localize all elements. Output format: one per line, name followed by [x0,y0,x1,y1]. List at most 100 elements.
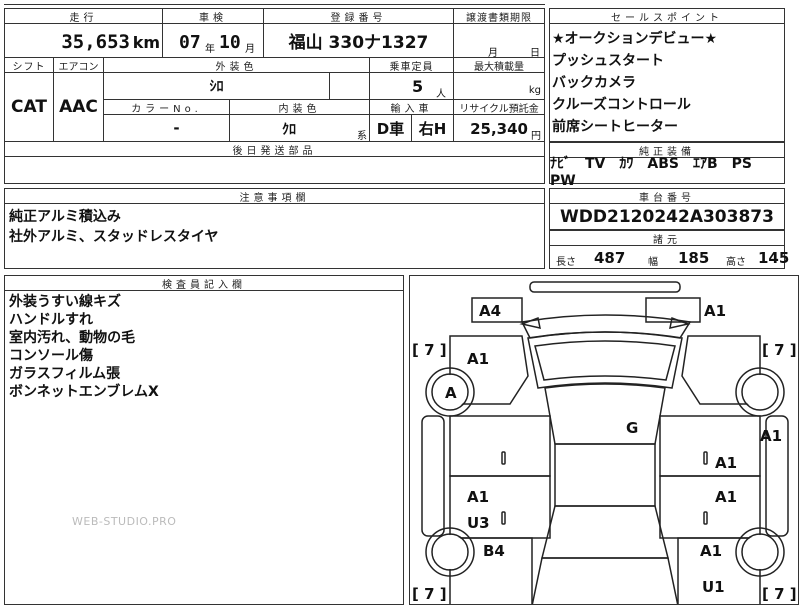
import-type-value: D車 [376,119,405,138]
inspection-year: 07 [179,32,201,53]
aircon-cell: AAC [54,73,104,142]
import-header: 輸入車 [370,100,454,115]
mark-front-left-corner: A4 [479,302,501,320]
mark-right-fender: A1 [760,427,782,445]
shift-cell: CAT [5,73,54,142]
left-rear-door [449,475,551,539]
inspection-cell: 07 年 10 月 [163,24,264,58]
interior-color-cell: ｸﾛ 系 [230,115,370,142]
trunk-shape [531,557,679,604]
mark-left-rear-door: A1 [467,488,489,506]
sales-point-item: 前席シートヒーター [552,119,678,135]
inspector-header: 検査員記入欄 [5,276,403,291]
registration-header: 登録番号 [264,9,454,24]
door-handle [501,451,506,465]
max-load-header: 最大積載量 [454,58,544,73]
car-diagram-box: [ 7 ] [ 7 ] [ 7 ] [ 7 ] A4 A1 A1 A G A1 … [409,275,799,605]
max-load-unit: kg [528,85,541,96]
mark-front-right-corner: A1 [704,302,726,320]
door-handle [703,451,708,465]
rear-window-shape [541,505,669,559]
front-bumper-bar [529,281,681,293]
inspector-note-item: ガラスフィルム張 [9,366,121,382]
capacity-header: 乗車定員 [370,58,454,73]
notes-list: 純正アルミ積込み 社外アルミ、スタッドレスタイヤ [9,207,218,247]
length-label: 長さ [556,257,576,268]
width-label: 幅 [648,257,658,268]
inspector-notes-list: 外装うすい線キズ ハンドルすれ 室内汚れ、動物の毛 コンソール傷 ガラスフィルム… [9,293,159,401]
max-load-cell: kg [454,73,544,100]
import-type-cell: D車 [370,115,412,142]
mileage-unit: km [132,33,160,52]
mark-right-quarter: A1 [700,542,722,560]
inspector-note-item: コンソール傷 [9,348,93,364]
width-value: 185 [678,249,710,267]
left-front-door [449,415,551,477]
top-partial-strip [4,0,545,5]
shift-value: CAT [11,97,47,117]
mark-left-fender: A1 [467,350,489,368]
chassis-header: 車台番号 [550,189,784,204]
steering-cell: 右H [412,115,454,142]
aircon-value: AAC [59,97,98,117]
note-item: 社外アルミ、スタッドレスタイヤ [9,229,219,245]
inspector-note-item: ハンドルすれ [9,312,93,328]
hood-outline [520,314,692,339]
inspection-year-unit: 年 [205,44,215,55]
later-parts-cell [5,157,544,183]
cabin-center [554,443,656,507]
color-no-value: - [173,119,180,137]
note-item: 純正アルミ積込み [9,209,121,225]
windshield-inner [534,340,676,381]
interior-color-suffix: 系 [357,131,367,142]
tread-rear-left: [ 7 ] [412,585,447,603]
genuine-equipment-value: ﾅﾋﾞ TV ｶﾜ ABS ｴｱB PS PW [550,155,766,189]
mark-rear-right: U1 [702,578,725,596]
exterior-color-extra [330,73,370,100]
registration-value: 福山 330ナ1327 [288,33,429,53]
right-rear-door [659,475,761,539]
height-label: 高さ [726,257,746,268]
inspection-month: 10 [219,32,241,53]
mark-left-rear-door-2: U3 [467,514,490,532]
mileage-cell: 35,653 km [5,24,163,58]
deadline-day-unit: 日 [530,48,540,59]
registration-cell: 福山 330ナ1327 [264,24,454,58]
recycle-unit: 円 [531,131,541,142]
right-front-door [659,415,761,477]
mileage-value: 35,653 [61,31,130,53]
recycle-value: 25,340 [470,120,528,138]
aircon-header: エアコン [54,58,104,73]
interior-color-value: ｸﾛ [282,122,296,138]
exterior-color-cell: ｼﾛ [104,73,330,100]
door-handle [501,511,506,525]
recycle-header: リサイクル預託金 [454,100,544,115]
notes-header: 注意事項欄 [5,189,544,204]
capacity-unit: 人 [436,89,446,100]
recycle-cell: 25,340 円 [454,115,544,142]
exterior-color-value: ｼﾛ [209,79,224,95]
chassis-value: WDD2120242A303873 [560,206,774,227]
dimensions-header: 諸元 [550,231,784,246]
steering-value: 右H [418,119,447,138]
inspection-header: 車検 [163,9,264,24]
inspector-note-item: ボンネットエンブレムX [9,384,159,400]
inspection-month-unit: 月 [245,44,255,55]
sales-point-item: プッシュスタート [552,53,664,69]
tread-rear-right: [ 7 ] [762,585,797,603]
sales-point-item: クルーズコントロール [552,97,691,113]
mark-front-left-wheel: A [445,384,457,402]
sales-point-item: ★オークションデビュー★ [552,31,718,47]
color-no-cell: - [104,115,230,142]
tread-front-left: [ 7 ] [412,341,447,359]
dimensions-row: 長さ 487 幅 185 高さ 145 [550,246,789,268]
height-value: 145 [758,249,790,267]
door-handle [703,511,708,525]
tread-front-right: [ 7 ] [762,341,797,359]
roof-shape [544,383,666,445]
transfer-deadline-cell: 月 日 [454,24,544,59]
inspector-note-item: 室内汚れ、動物の毛 [9,330,136,346]
mark-right-front-door: A1 [715,454,737,472]
interior-color-header: 内装色 [230,100,370,115]
sales-points-header: セールスポイント [550,9,784,24]
